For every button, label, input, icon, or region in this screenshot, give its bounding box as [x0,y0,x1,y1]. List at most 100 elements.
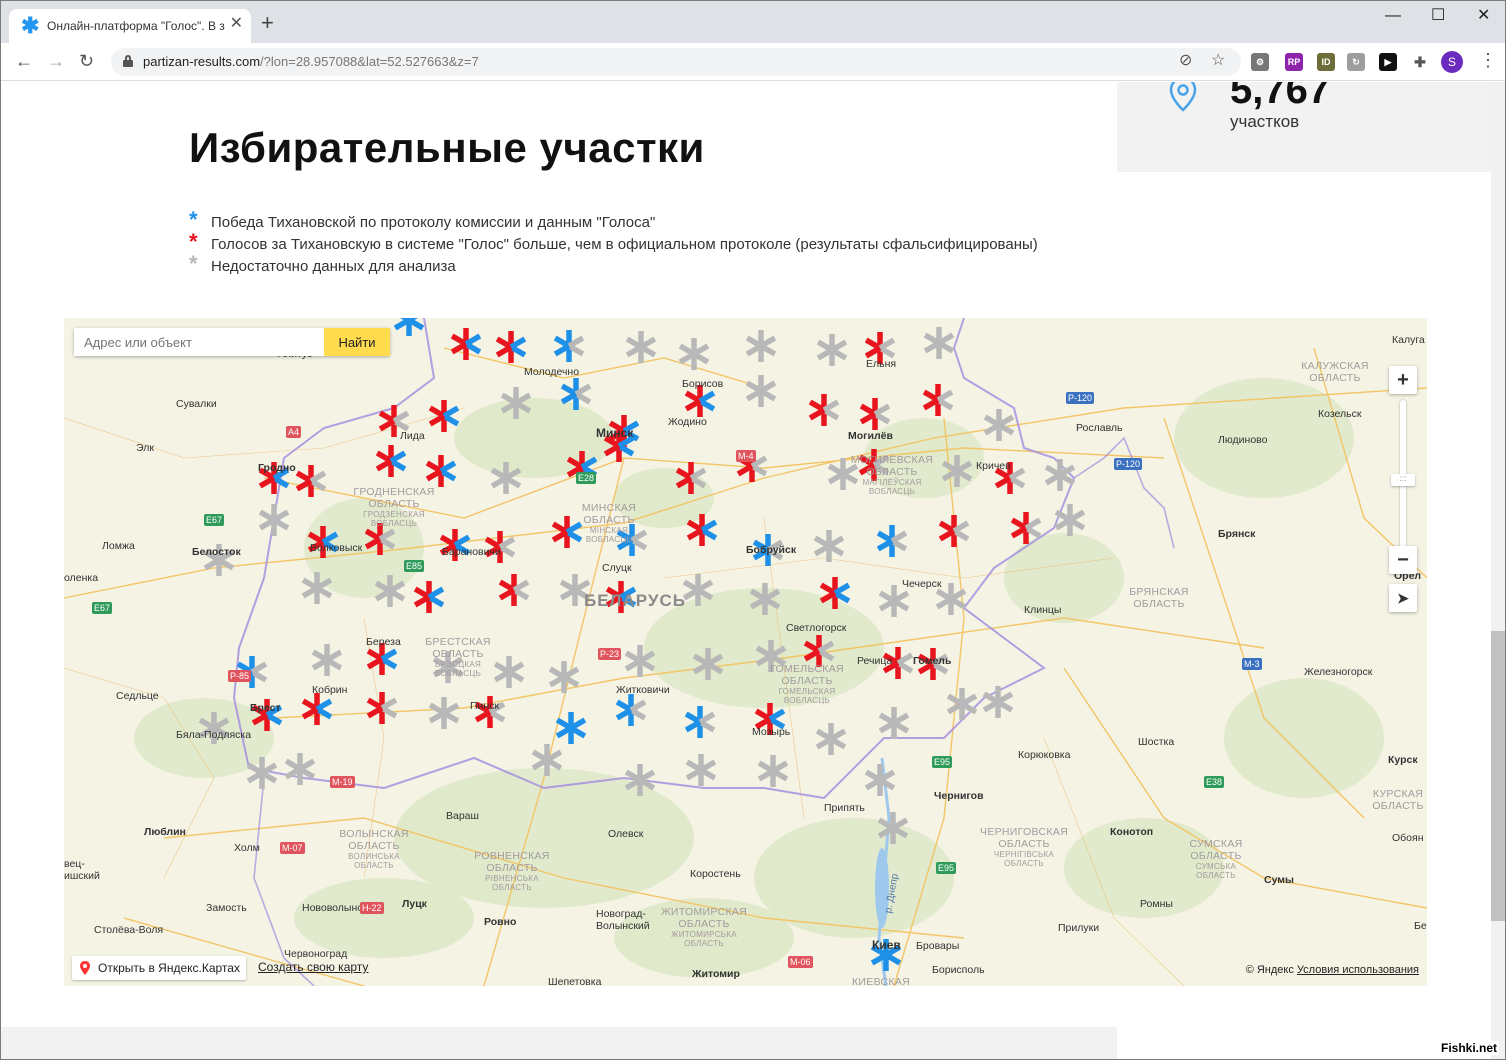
extension-id-icon[interactable]: ID [1317,53,1335,71]
polling-station-marker[interactable] [490,462,522,494]
polling-station-marker[interactable] [682,574,714,606]
polling-station-marker[interactable] [555,712,587,744]
polling-station-marker[interactable] [493,656,525,688]
open-yandex-maps-link[interactable]: Открыть в Яндекс.Картах [72,956,246,980]
terms-link[interactable]: Условия использования [1297,964,1419,976]
polling-station-marker[interactable] [946,688,978,720]
polling-station-marker[interactable] [808,394,840,426]
polling-station-marker[interactable] [1010,512,1042,544]
polling-station-marker[interactable] [625,331,657,363]
polling-station-marker[interactable] [983,409,1015,441]
polling-station-marker[interactable] [757,755,789,787]
extensions-puzzle-icon[interactable]: ✚ [1411,53,1429,71]
polling-station-marker[interactable] [560,378,592,410]
polling-station-marker[interactable] [819,577,851,609]
bookmark-star-icon[interactable]: ☆ [1211,53,1225,69]
polling-station-marker[interactable] [982,686,1014,718]
polling-station-marker[interactable] [813,530,845,562]
polling-station-marker[interactable] [548,661,580,693]
polling-station-marker[interactable] [1044,459,1076,491]
polling-station-marker[interactable] [366,692,398,724]
polling-station-marker[interactable] [877,812,909,844]
polling-station-marker[interactable] [301,693,333,725]
polling-station-marker[interactable] [684,706,716,738]
polling-station-marker[interactable] [498,574,530,606]
polling-station-marker[interactable] [624,764,656,796]
polling-station-marker[interactable] [923,327,955,359]
polling-station-marker[interactable] [284,753,316,785]
polling-station-marker[interactable] [425,455,457,487]
polling-station-marker[interactable] [864,764,896,796]
polling-station-marker[interactable] [878,707,910,739]
create-map-link[interactable]: Создать свою карту [258,960,368,974]
polling-station-marker[interactable] [1054,504,1086,536]
map-search-input[interactable] [74,328,324,356]
polling-station-marker[interactable] [685,754,717,786]
polling-station-marker[interactable] [553,330,585,362]
polling-station-marker[interactable] [692,648,724,680]
polling-station-marker[interactable] [428,697,460,729]
road-shield: P-23 [598,648,622,660]
polling-station-marker[interactable] [375,445,407,477]
new-tab-icon[interactable]: + [261,12,274,34]
zoom-out-button[interactable]: − [1389,546,1417,574]
maximize-icon[interactable]: ☐ [1431,7,1445,25]
location-blocked-icon[interactable]: ⊘ [1179,53,1192,69]
polling-station-marker[interactable] [531,744,563,776]
browser-tab[interactable]: ✱ Онлайн-платформа "Голос". В з ✕ [9,9,251,43]
forward-icon[interactable]: → [47,52,65,70]
polling-station-marker[interactable] [686,514,718,546]
polling-station-marker[interactable] [393,318,425,336]
polling-station-marker[interactable] [551,516,583,548]
polling-station-marker[interactable] [859,398,891,430]
map[interactable]: БЕЛАРУСЬ КАЛУЖСКАЯ ОБЛАСТЬ МОГИЛЁВСКАЯ О… [64,318,1427,986]
scrollbar-thumb[interactable] [1491,631,1505,921]
polling-station-marker[interactable] [745,330,777,362]
extension-gear-icon[interactable]: ⚙ [1251,53,1269,71]
browser-menu-icon[interactable]: ⋮ [1479,51,1497,69]
region-label: МИНСКАЯ ОБЛАСТЬ МІНСКАЯ ВОБЛАСЦЬ [581,502,637,544]
zoom-in-button[interactable]: + [1389,366,1417,394]
polling-station-marker[interactable] [678,338,710,370]
profile-avatar[interactable]: S [1441,51,1463,73]
blue-asterisk-icon: * [189,207,198,232]
address-bar[interactable]: partizan-results.com/?lon=28.957088&lat=… [111,48,1241,76]
polling-station-marker[interactable] [495,331,527,363]
polling-station-marker[interactable] [428,400,460,432]
zoom-slider-handle[interactable]: ::: [1391,474,1415,486]
close-tab-icon[interactable]: ✕ [230,16,243,32]
minimize-icon[interactable]: — [1385,7,1401,25]
polling-station-marker[interactable] [941,455,973,487]
polling-station-marker[interactable] [624,645,656,677]
polling-station-marker[interactable] [816,334,848,366]
polling-station-marker[interactable] [450,328,482,360]
polling-station-marker[interactable] [246,757,278,789]
polling-station-marker[interactable] [500,387,532,419]
polling-station-marker[interactable] [374,575,406,607]
extension-camera-icon[interactable]: ▶ [1379,53,1397,71]
polling-station-marker[interactable] [258,504,290,536]
polling-station-marker[interactable] [675,462,707,494]
polling-station-marker[interactable] [922,384,954,416]
polling-station-marker[interactable] [938,515,970,547]
back-icon[interactable]: ← [15,52,33,70]
geolocation-button[interactable]: ➤ [1389,584,1417,612]
polling-station-marker[interactable] [745,375,777,407]
close-window-icon[interactable]: ✕ [1477,7,1490,25]
region-label: ЧЕРНИГОВСКАЯ ОБЛАСТЬ ЧЕРНІГІВСЬКА ОБЛАСТЬ [980,826,1068,868]
polling-station-marker[interactable] [749,583,781,615]
extension-rp-icon[interactable]: RP [1285,53,1303,71]
polling-station-marker[interactable] [815,723,847,755]
polling-station-marker[interactable] [295,465,327,497]
polling-station-marker[interactable] [311,644,343,676]
map-search-button[interactable]: Найти [324,328,390,356]
polling-station-marker[interactable] [413,581,445,613]
reload-icon[interactable]: ↻ [79,52,94,70]
polling-station-marker[interactable] [615,694,647,726]
city-label: Олевск [608,828,644,840]
map-search: Найти [74,328,390,356]
region-label: ГОМЕЛЬСКАЯ ОБЛАСТЬ ГОМЕЛЬСКАЯ ВОБЛАСЦЬ [770,663,844,705]
polling-station-marker[interactable] [876,525,908,557]
extension-refresh-icon[interactable]: ↻ [1347,53,1365,71]
polling-station-marker[interactable] [301,572,333,604]
